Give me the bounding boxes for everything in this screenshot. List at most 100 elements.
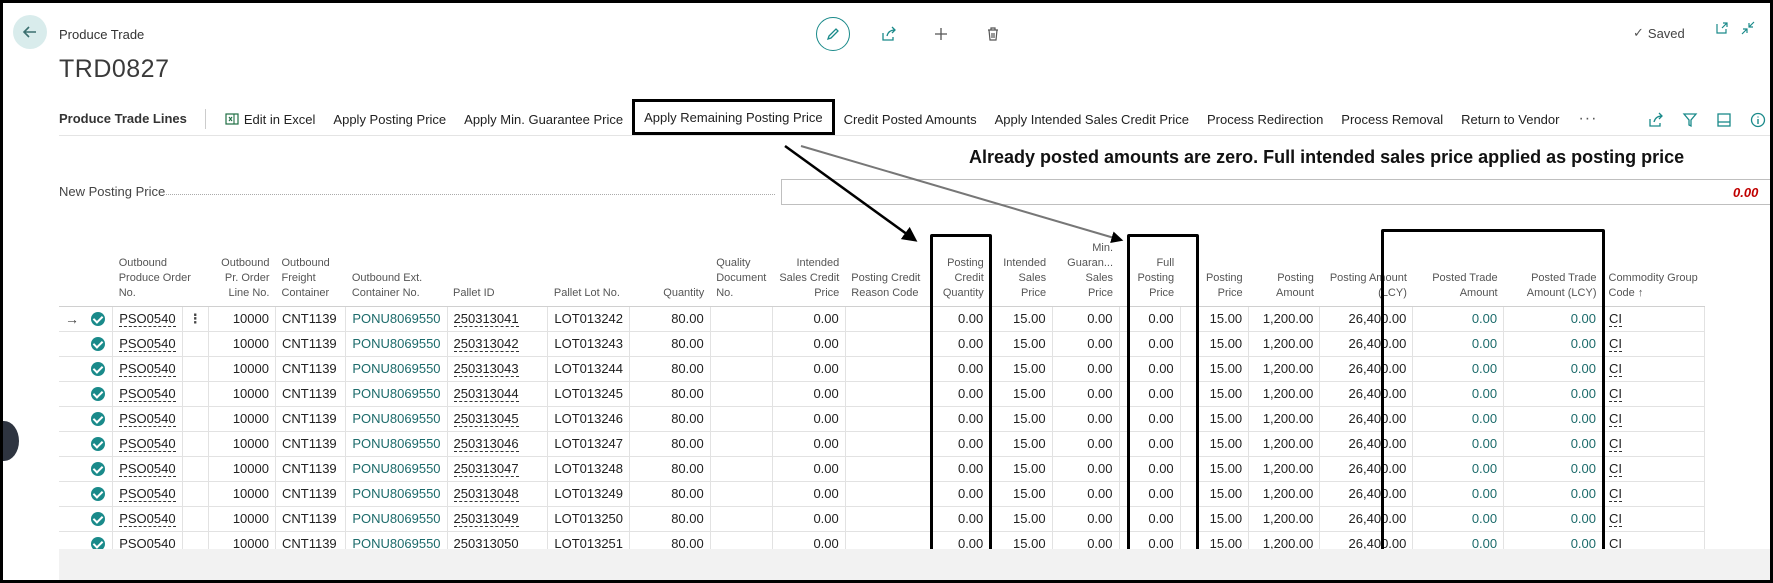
cell-outbound-produce-order-no[interactable]: PSO0540	[112, 356, 183, 382]
table-row[interactable]: PSO0540 10000 CNT1139 PONU8069550 250313047 L…	[59, 456, 1770, 482]
cell-commodity-group-code[interactable]: CI	[1602, 506, 1706, 532]
col-pallet-lot-no[interactable]: Pallet Lot No.	[547, 227, 630, 307]
row-menu-button[interactable]	[182, 506, 209, 532]
col-posting-price[interactable]: Posting Price	[1180, 227, 1249, 307]
row-selector[interactable]: →	[59, 306, 85, 332]
row-selector[interactable]	[59, 506, 85, 532]
cell-outbound-ext-container-no[interactable]: PONU8069550	[345, 456, 448, 482]
cell-pallet-id[interactable]: 250313042	[447, 331, 549, 357]
cell-commodity-group-code[interactable]: CI	[1602, 481, 1706, 507]
row-selector[interactable]	[59, 481, 85, 507]
process-removal-button[interactable]: Process Removal	[1332, 103, 1452, 136]
cell-outbound-produce-order-no[interactable]: PSO0540	[112, 456, 183, 482]
table-row[interactable]: PSO0540 10000 CNT1139 PONU8069550 250313042 L…	[59, 331, 1770, 357]
cell-outbound-ext-container-no[interactable]: PONU8069550	[345, 506, 448, 532]
cell-outbound-ext-container-no[interactable]: PONU8069550	[345, 481, 448, 507]
col-outbound-produce-order-no[interactable]: Outbound Produce Order No.	[112, 227, 209, 307]
col-pallet-id[interactable]: Pallet ID	[447, 227, 548, 307]
row-selector[interactable]	[59, 406, 85, 432]
credit-posted-amounts-button[interactable]: Credit Posted Amounts	[835, 103, 986, 136]
cell-pallet-id[interactable]: 250313045	[447, 406, 549, 432]
col-outbound-pr-order-line-no[interactable]: Outbound Pr. Order Line No.	[208, 227, 276, 307]
cell-commodity-group-code[interactable]: CI	[1602, 456, 1706, 482]
share-icon[interactable]	[1648, 112, 1664, 128]
col-commodity-group-code[interactable]: Commodity Group Code ↑	[1602, 227, 1705, 307]
cell-outbound-produce-order-no[interactable]: PSO0540	[112, 481, 183, 507]
col-quality-document-no[interactable]: Quality Document No.	[710, 227, 773, 307]
apply-posting-price-button[interactable]: Apply Posting Price	[324, 103, 455, 136]
row-menu-button[interactable]	[182, 381, 209, 407]
col-outbound-freight-container[interactable]: Outbound Freight Container	[275, 227, 346, 307]
col-intended-sales-price[interactable]: Intended Sales Price	[989, 227, 1053, 307]
new-posting-price-input[interactable]	[781, 179, 1770, 205]
col-posting-credit-reason-code[interactable]: Posting Credit Reason Code	[845, 227, 931, 307]
edit-in-excel-button[interactable]: Edit in Excel	[216, 103, 325, 136]
row-selector[interactable]	[59, 356, 85, 382]
row-menu-button[interactable]	[182, 431, 209, 457]
col-outbound-ext-container-no[interactable]: Outbound Ext. Container No.	[345, 227, 448, 307]
col-min-guarantee-sales-price[interactable]: Min. Guaran... Sales Price	[1052, 227, 1120, 307]
table-row[interactable]: PSO0540 10000 CNT1139 PONU8069550 250313046 L…	[59, 431, 1770, 457]
cell-outbound-produce-order-no[interactable]: PSO0540	[112, 506, 183, 532]
new-button[interactable]	[924, 17, 958, 51]
cell-pallet-id[interactable]: 250313043	[447, 356, 549, 382]
cell-outbound-ext-container-no[interactable]: PONU8069550	[345, 381, 448, 407]
apply-intended-sales-credit-price-button[interactable]: Apply Intended Sales Credit Price	[986, 103, 1198, 136]
table-row[interactable]: PSO0540 10000 CNT1139 PONU8069550 250313049 L…	[59, 506, 1770, 532]
col-intended-sales-credit-price[interactable]: Intended Sales Credit Price	[772, 227, 846, 307]
open-new-window-icon[interactable]	[1715, 21, 1729, 35]
col-posted-trade-amount-lcy[interactable]: Posted Trade Amount (LCY)	[1503, 227, 1603, 307]
cell-outbound-produce-order-no[interactable]: PSO0540	[112, 431, 183, 457]
share-button[interactable]	[872, 17, 906, 51]
process-redirection-button[interactable]: Process Redirection	[1198, 103, 1332, 136]
col-quantity[interactable]: Quantity	[629, 227, 711, 307]
cell-outbound-ext-container-no[interactable]: PONU8069550	[345, 331, 448, 357]
cell-commodity-group-code[interactable]: CI	[1602, 331, 1706, 357]
row-selector[interactable]	[59, 456, 85, 482]
cell-outbound-ext-container-no[interactable]: PONU8069550	[345, 406, 448, 432]
cell-pallet-id[interactable]: 250313046	[447, 431, 549, 457]
apply-min-guarantee-price-button[interactable]: Apply Min. Guarantee Price	[455, 103, 632, 136]
cell-outbound-ext-container-no[interactable]: PONU8069550	[345, 306, 448, 332]
filter-icon[interactable]	[1682, 112, 1698, 128]
layout-icon[interactable]	[1716, 112, 1732, 128]
table-row[interactable]: PSO0540 10000 CNT1139 PONU8069550 250313045 L…	[59, 406, 1770, 432]
back-button[interactable]	[13, 15, 47, 49]
cell-pallet-id[interactable]: 250313049	[447, 506, 549, 532]
col-full-posting-price[interactable]: Full Posting Price	[1119, 227, 1181, 307]
cell-commodity-group-code[interactable]: CI	[1602, 306, 1706, 332]
table-row[interactable]: PSO0540 10000 CNT1139 PONU8069550 250313043 L…	[59, 356, 1770, 382]
row-menu-button[interactable]	[182, 481, 209, 507]
cell-outbound-produce-order-no[interactable]: PSO0540	[112, 406, 183, 432]
cell-commodity-group-code[interactable]: CI	[1602, 356, 1706, 382]
more-actions-button[interactable]: ···	[1568, 110, 1607, 128]
col-posting-amount[interactable]: Posting Amount	[1248, 227, 1320, 307]
delete-button[interactable]	[976, 17, 1010, 51]
row-selector[interactable]	[59, 431, 85, 457]
cell-outbound-produce-order-no[interactable]: PSO0540	[112, 331, 183, 357]
table-row[interactable]: PSO0540 10000 CNT1139 PONU8069550 250313044 L…	[59, 381, 1770, 407]
row-menu-button[interactable]	[182, 456, 209, 482]
cell-commodity-group-code[interactable]: CI	[1602, 431, 1706, 457]
cell-pallet-id[interactable]: 250313041	[447, 306, 549, 332]
table-row[interactable]: → PSO0540 ⋮ 10000 CNT1139 PONU8069550 25031304…	[59, 306, 1770, 332]
cell-outbound-ext-container-no[interactable]: PONU8069550	[345, 431, 448, 457]
row-menu-button[interactable]: ⋮	[182, 306, 209, 332]
col-posting-amount-lcy[interactable]: Posting Amount (LCY)	[1319, 227, 1413, 307]
cell-commodity-group-code[interactable]: CI	[1602, 381, 1706, 407]
row-selector[interactable]	[59, 331, 85, 357]
cell-pallet-id[interactable]: 250313048	[447, 481, 549, 507]
row-selector[interactable]	[59, 381, 85, 407]
cell-outbound-ext-container-no[interactable]: PONU8069550	[345, 356, 448, 382]
edit-button[interactable]	[816, 17, 850, 51]
cell-pallet-id[interactable]: 250313044	[447, 381, 549, 407]
cell-pallet-id[interactable]: 250313047	[447, 456, 549, 482]
collapse-icon[interactable]	[1741, 21, 1755, 35]
cell-commodity-group-code[interactable]: CI	[1602, 406, 1706, 432]
table-row[interactable]: PSO0540 10000 CNT1139 PONU8069550 250313048 L…	[59, 481, 1770, 507]
apply-remaining-posting-price-button[interactable]: Apply Remaining Posting Price	[632, 99, 835, 135]
return-to-vendor-button[interactable]: Return to Vendor	[1452, 103, 1568, 136]
cell-outbound-produce-order-no[interactable]: PSO0540	[112, 306, 183, 332]
col-posting-credit-quantity[interactable]: Posting Credit Quantity	[930, 227, 990, 307]
row-menu-button[interactable]	[182, 356, 209, 382]
